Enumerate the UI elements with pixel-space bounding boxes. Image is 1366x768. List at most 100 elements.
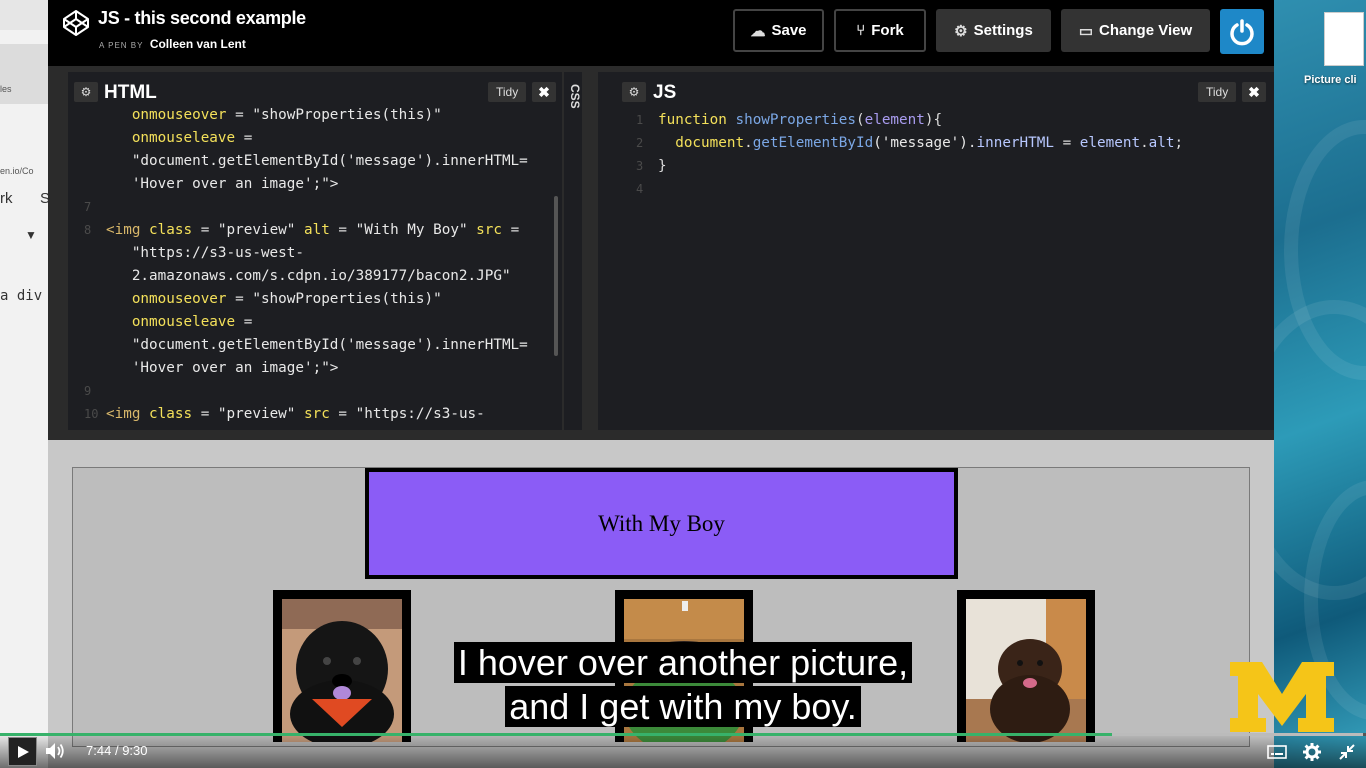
fork-button[interactable]: ⑂ Fork xyxy=(834,9,926,52)
code-token: = xyxy=(329,406,356,422)
js-code-editor[interactable]: 1 function showProperties(element){2 docu… xyxy=(636,109,1183,201)
code-token: = xyxy=(226,107,253,123)
code-token: src xyxy=(476,222,502,238)
subtitle-line-2: and I get with my boy. xyxy=(0,686,1366,728)
code-token: onmouseleave xyxy=(131,130,236,146)
exit-fullscreen-icon[interactable] xyxy=(1336,741,1358,763)
subtitle-text-2: and I get with my boy. xyxy=(505,686,861,727)
code-token: src xyxy=(304,406,330,422)
code-token: "preview" xyxy=(217,406,296,422)
code-token: } xyxy=(658,158,667,174)
html-close-icon[interactable]: ✖ xyxy=(532,82,556,102)
browser-fragment: les xyxy=(0,84,12,94)
save-button[interactable]: ☁ Save xyxy=(733,9,824,52)
code-line[interactable]: 9 xyxy=(84,380,528,403)
desktop-file-label[interactable]: Picture cli xyxy=(1304,74,1357,86)
code-line[interactable]: 7 xyxy=(84,196,528,219)
code-token: onmouseleave xyxy=(131,314,236,330)
code-line[interactable]: 10 <img class = "preview" src = "https://… xyxy=(84,403,528,426)
code-line[interactable]: 3} xyxy=(636,155,1183,178)
code-line[interactable]: 'Hover over an image';"> xyxy=(84,357,528,380)
code-token: showProperties xyxy=(735,112,856,128)
code-token: 2.amazonaws.com/s.cdpn.io/389177/bacon2.… xyxy=(131,268,511,284)
code-line[interactable]: onmouseleave = xyxy=(84,311,528,334)
js-tidy-button[interactable]: Tidy xyxy=(1198,82,1237,102)
js-close-icon[interactable]: ✖ xyxy=(1242,82,1266,102)
line-number: 10 xyxy=(84,407,99,421)
html-tidy-button[interactable]: Tidy xyxy=(488,82,527,102)
code-token: class xyxy=(149,406,193,422)
codepen-logo-icon[interactable] xyxy=(62,9,90,37)
html-settings-icon[interactable]: ⚙ xyxy=(74,82,98,102)
browser-fragment: a div xyxy=(0,288,43,304)
line-number: 9 xyxy=(84,384,92,398)
code-token: 'Hover over an image';"> xyxy=(131,176,339,192)
code-line[interactable]: 'Hover over an image';"> xyxy=(84,173,528,196)
code-token: <img xyxy=(106,222,150,238)
code-token: = xyxy=(329,222,356,238)
html-pane-title: HTML xyxy=(104,82,157,103)
code-token: ( xyxy=(856,112,865,128)
code-line[interactable]: "document.getElementById('message').inne… xyxy=(84,334,528,357)
author-link[interactable]: Colleen van Lent xyxy=(150,37,246,51)
layout-icon: ▭ xyxy=(1078,22,1094,40)
code-line[interactable]: 2.amazonaws.com/s.cdpn.io/389177/bacon2.… xyxy=(84,265,528,288)
code-token: "With My Boy" xyxy=(355,222,468,238)
power-button[interactable] xyxy=(1220,9,1264,54)
editor-area: ⚙ HTML Tidy ✖ onmouseover = "showPropert… xyxy=(48,66,1274,440)
pen-author-line: A PEN BY Colleen van Lent xyxy=(99,37,246,51)
code-line[interactable]: 1 function showProperties(element){ xyxy=(636,109,1183,132)
captions-icon[interactable] xyxy=(1266,741,1288,763)
browser-fragment: ▼ xyxy=(25,228,37,242)
save-label: Save xyxy=(771,22,807,39)
code-line[interactable]: 4 xyxy=(636,178,1183,201)
code-line[interactable]: "document.getElementById('message').inne… xyxy=(84,150,528,173)
html-scrollbar[interactable] xyxy=(554,196,558,356)
html-code-editor[interactable]: onmouseover = "showProperties(this)" onm… xyxy=(84,104,528,426)
desktop-file-icon[interactable] xyxy=(1324,12,1364,66)
current-time: 7:44 xyxy=(86,743,112,758)
gear-icon: ⚙ xyxy=(954,22,968,40)
fork-icon: ⑂ xyxy=(856,22,866,39)
change-view-button[interactable]: ▭ Change View xyxy=(1061,9,1210,52)
code-token: alt xyxy=(304,222,330,238)
line-number: 8 xyxy=(84,223,92,237)
message-text: With My Boy xyxy=(598,510,725,536)
code-line[interactable]: "https://s3-us-west- xyxy=(84,242,528,265)
browser-fragment: en.io/Co xyxy=(0,166,34,176)
code-line[interactable]: 2 document.getElementById('message').inn… xyxy=(636,132,1183,155)
pen-title[interactable]: JS - this second example xyxy=(98,8,306,29)
settings-icon[interactable] xyxy=(1301,741,1323,763)
volume-icon[interactable] xyxy=(44,741,66,761)
code-token: element xyxy=(864,112,925,128)
fork-label: Fork xyxy=(871,22,904,39)
code-token: alt xyxy=(1148,135,1175,151)
power-icon xyxy=(1230,18,1254,45)
subtitle-line-1: I hover over another picture, xyxy=(0,642,1366,684)
code-line[interactable]: onmouseover = "showProperties(this)" xyxy=(84,104,528,127)
settings-button[interactable]: ⚙ Settings xyxy=(936,9,1051,52)
code-line[interactable]: 8 <img class = "preview" alt = "With My B… xyxy=(84,219,528,242)
code-token: "https://s3-us- xyxy=(355,406,485,422)
code-token: ){ xyxy=(924,112,943,128)
css-collapsed-pane[interactable]: CSS xyxy=(564,72,582,430)
play-button[interactable] xyxy=(8,737,37,766)
code-line[interactable]: onmouseover = "showProperties(this)" xyxy=(84,288,528,311)
code-token: 'Hover over an image';"> xyxy=(131,360,339,376)
pen-by-tag: A PEN BY xyxy=(99,41,144,50)
code-line[interactable]: onmouseleave = xyxy=(84,127,528,150)
code-token: ; xyxy=(1174,135,1184,151)
js-settings-icon[interactable]: ⚙ xyxy=(622,82,646,102)
code-token: = xyxy=(226,291,253,307)
line-number: 4 xyxy=(636,182,644,196)
browser-address-area xyxy=(0,44,48,104)
code-token: "document.getElementById('message').inne… xyxy=(131,153,528,169)
code-token: . xyxy=(744,135,753,151)
browser-fragment: rk xyxy=(0,190,13,207)
code-token: = xyxy=(1053,135,1080,151)
